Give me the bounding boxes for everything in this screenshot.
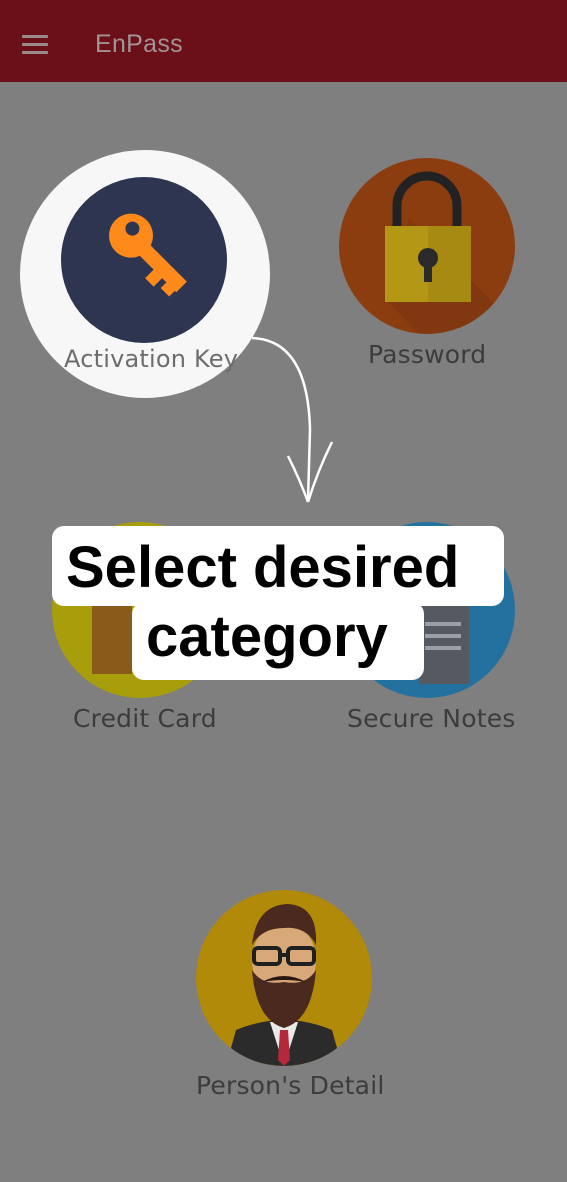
- padlock-icon: [339, 158, 515, 334]
- instruction-line-2: category: [132, 602, 424, 680]
- person-avatar-icon: [196, 890, 372, 1066]
- curved-arrow-icon: [251, 336, 334, 503]
- instruction-line-1: Select desired: [52, 526, 504, 606]
- hamburger-menu-icon[interactable]: [22, 35, 48, 55]
- app-title: EnPass: [95, 30, 183, 58]
- category-label: Activation Key: [64, 345, 239, 373]
- category-label: Person's Detail: [196, 1071, 385, 1100]
- category-label: Secure Notes: [347, 704, 516, 733]
- app-bar: EnPass: [0, 0, 567, 82]
- key-icon: [61, 177, 227, 343]
- category-label: Credit Card: [73, 704, 217, 733]
- category-label: Password: [368, 340, 487, 369]
